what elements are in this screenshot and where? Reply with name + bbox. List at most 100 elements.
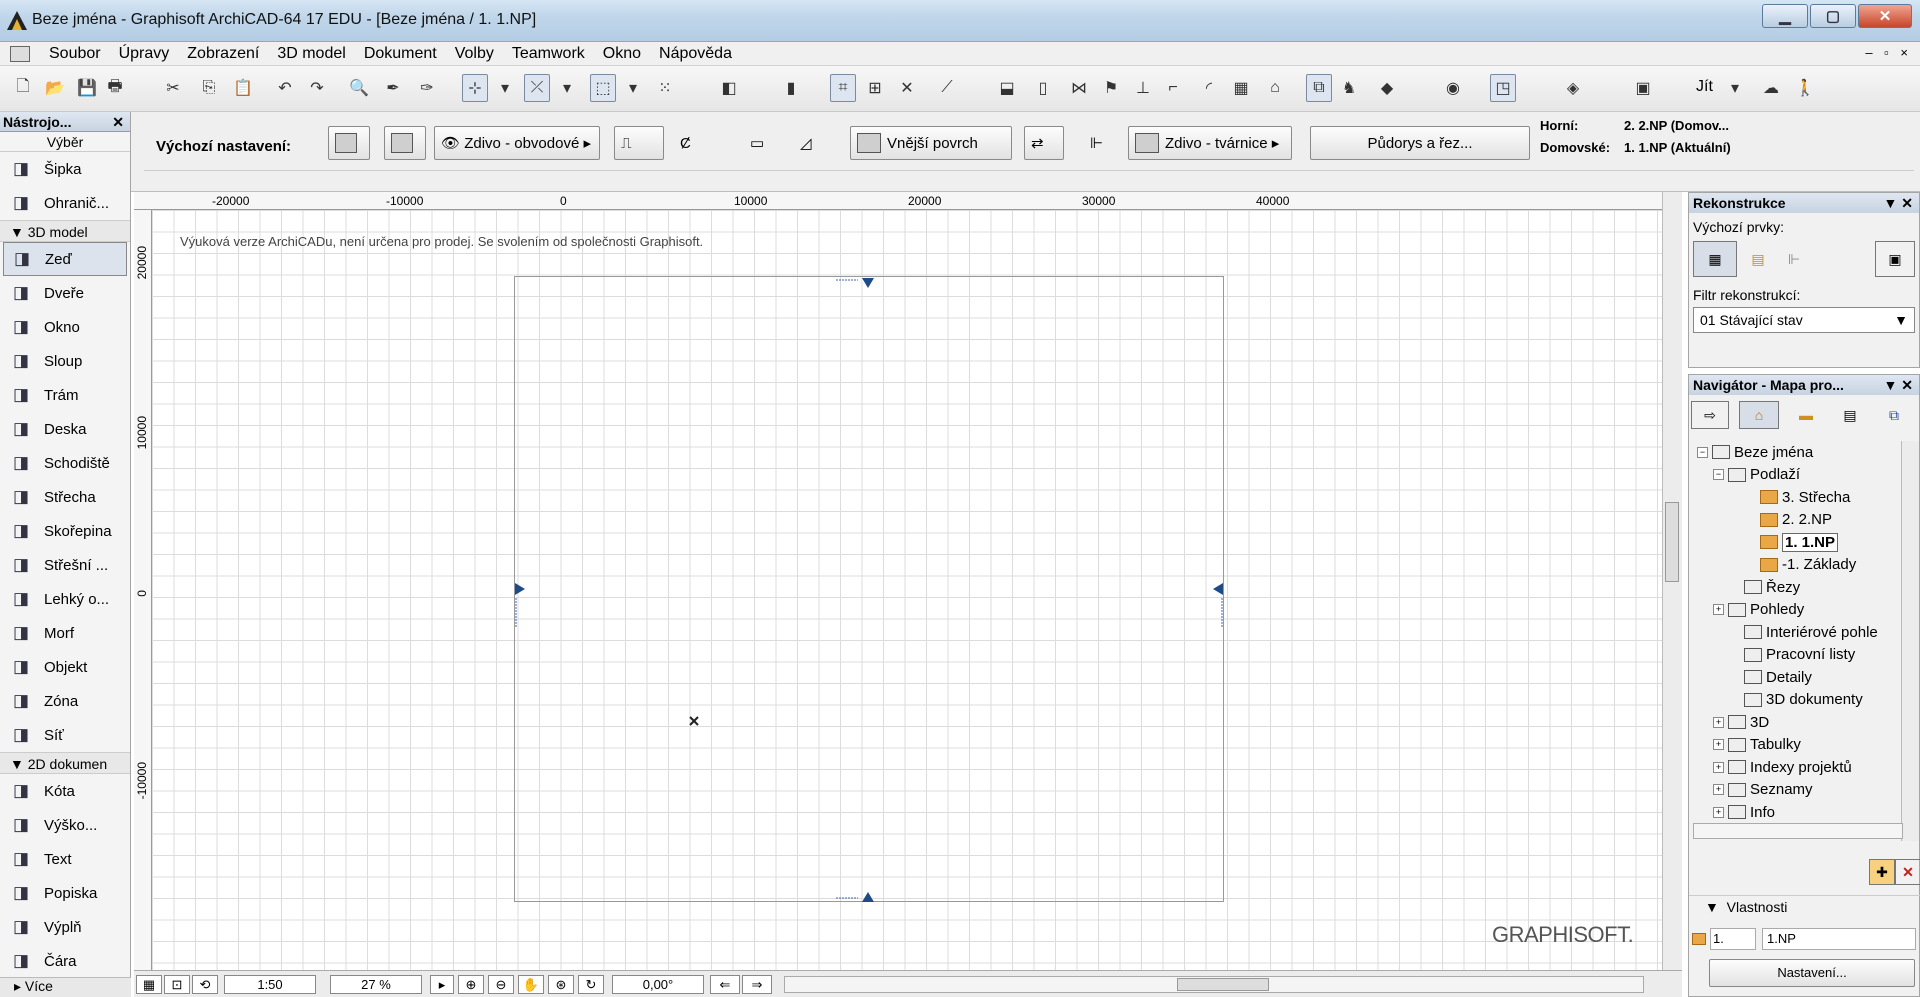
close-icon[interactable]: ✕	[112, 112, 124, 132]
section-3d-model[interactable]: ▼ 3D model	[0, 220, 130, 242]
arc-icon[interactable]: ◜	[1196, 74, 1222, 102]
dropdown-arrow-icon[interactable]: ▾	[1722, 74, 1748, 102]
previous-zoom-icon[interactable]: ⇐	[710, 975, 740, 994]
reference-line-button[interactable]: Ȼ	[674, 126, 714, 160]
expand-icon[interactable]: +	[1713, 784, 1724, 796]
surface-button[interactable]: Vnější povrch	[850, 126, 1012, 160]
pan-icon[interactable]: ✋	[518, 975, 544, 994]
tree-node[interactable]: + Seznamy	[1693, 779, 1899, 802]
tool-stair[interactable]: ◨ Schodiště	[0, 446, 130, 480]
pen-icon[interactable]: ▮	[778, 74, 804, 102]
floor-plan-section-button[interactable]: Půdorys a řez...	[1310, 126, 1530, 160]
tool-zone[interactable]: ◨ Zóna	[0, 684, 130, 718]
model-icon[interactable]: ♞	[1336, 74, 1362, 102]
section-2d-document[interactable]: ▼ 2D dokumen	[0, 752, 130, 774]
scroll-thumb[interactable]	[1177, 978, 1269, 991]
save-icon[interactable]: 💾	[74, 74, 100, 102]
expand-icon[interactable]: +	[1713, 739, 1724, 751]
print-icon[interactable]: 🖶	[102, 74, 128, 102]
fit-window-icon[interactable]: ⊛	[548, 975, 574, 994]
minimize-button[interactable]: ▁	[1762, 4, 1808, 28]
cut-icon[interactable]: ✂	[160, 74, 186, 102]
menu-okno[interactable]: Okno	[594, 45, 650, 63]
layout-book-icon[interactable]: ▤	[1833, 401, 1867, 429]
profile-button[interactable]: ◿	[794, 126, 834, 160]
layout-icon[interactable]: ⧉	[1306, 74, 1332, 102]
level-icon[interactable]: ⊥	[1130, 74, 1156, 102]
renovation-filter-select[interactable]: 01 Stávající stav ▼	[1693, 307, 1915, 333]
3d-view-icon[interactable]: ◈	[1560, 74, 1586, 102]
settings-button[interactable]: Nastavení...	[1709, 959, 1915, 987]
angle-field[interactable]: 0,00°	[612, 975, 704, 994]
tree-node[interactable]: + Indexy projektů	[1693, 756, 1899, 779]
expand-icon[interactable]: +	[1713, 716, 1724, 728]
dropdown-arrow-icon[interactable]: ▾	[554, 74, 580, 102]
plan-icon[interactable]: ▦	[1228, 74, 1254, 102]
floor-plan-view-icon[interactable]: ◳	[1490, 74, 1516, 102]
slant-button[interactable]: ▭	[744, 126, 784, 160]
magic-wand-icon[interactable]: ⊹	[462, 74, 488, 102]
open-folder-icon[interactable]: 📂	[42, 74, 68, 102]
tree-hscrollbar[interactable]	[1693, 823, 1903, 839]
select-label[interactable]: Výběr	[0, 132, 130, 152]
teamwork-icon[interactable]: ◉	[1440, 74, 1466, 102]
tool-curtain-wall[interactable]: ◨ Lehký o...	[0, 582, 130, 616]
tree-node[interactable]: Detaily	[1693, 666, 1899, 689]
home-story-value[interactable]: 1. 1.NP (Aktuální)	[1624, 140, 1764, 162]
copy-icon[interactable]: ⎘	[196, 74, 222, 102]
wall-settings-button[interactable]	[328, 126, 370, 160]
expand-icon[interactable]: +	[1713, 761, 1724, 773]
height-button[interactable]: ⊩	[1084, 126, 1118, 160]
tree-node[interactable]: + Info	[1693, 801, 1899, 824]
existing-elements-icon[interactable]: ▦	[1693, 241, 1737, 277]
layer-icon[interactable]: ◧	[716, 74, 742, 102]
menu-volby[interactable]: Volby	[446, 45, 503, 63]
maximize-button[interactable]: ▢	[1810, 4, 1856, 28]
zoom-icon[interactable]: ⊡	[164, 975, 190, 994]
cursor-snap-icon[interactable]: ⬚	[590, 74, 616, 102]
zoom-field[interactable]: 27 %	[330, 975, 422, 994]
tree-node[interactable]: Interiérové pohle	[1693, 621, 1899, 644]
tool-dimension[interactable]: ◨ Kóta	[0, 774, 130, 808]
document-icon[interactable]	[10, 45, 30, 62]
zoom-out-icon[interactable]: ⊖	[488, 975, 514, 994]
find-select-icon[interactable]: 🔍	[346, 74, 372, 102]
surface-swap-button[interactable]: ⇄	[1024, 126, 1064, 160]
tool-beam[interactable]: ◨ Trám	[0, 378, 130, 412]
tool-level-dimension[interactable]: ◨ Výško...	[0, 808, 130, 842]
tool-skylight[interactable]: ◨ Střešní ...	[0, 548, 130, 582]
zoom-menu-icon[interactable]: ▸	[430, 975, 454, 994]
tree-node[interactable]: Pracovní listy	[1693, 644, 1899, 667]
tool-arrow[interactable]: ◨ Šipka	[0, 152, 130, 186]
zoom-in-icon[interactable]: ⊕	[458, 975, 484, 994]
palette-controls[interactable]: ▼ ✕	[1884, 193, 1913, 213]
tool-label[interactable]: ◨ Popiska	[0, 876, 130, 910]
menu-3d-model[interactable]: 3D model	[268, 45, 354, 63]
next-zoom-icon[interactable]: ⇒	[742, 975, 772, 994]
menu-soubor[interactable]: Soubor	[40, 45, 110, 63]
publisher-icon[interactable]: ⧉	[1877, 401, 1911, 429]
expand-icon[interactable]: +	[1713, 604, 1724, 616]
tree-node[interactable]: − Podlaží	[1693, 464, 1899, 487]
tool-shell[interactable]: ◨ Skořepina	[0, 514, 130, 548]
more-tools[interactable]: ▸ Více	[0, 977, 131, 997]
brush-icon[interactable]: ⟋	[934, 74, 960, 102]
menu-teamwork[interactable]: Teamwork	[503, 45, 594, 63]
tool-window[interactable]: ◨ Okno	[0, 310, 130, 344]
tool-morph[interactable]: ◨ Morf	[0, 616, 130, 650]
wall-tool-icon[interactable]: ⬓	[994, 74, 1020, 102]
house-icon[interactable]: ⌂	[1262, 74, 1288, 102]
demolish-elements-icon[interactable]: ▤	[1743, 241, 1773, 277]
tree-scrollbar[interactable]	[1901, 441, 1919, 841]
syringe-icon[interactable]: ✑	[414, 74, 440, 102]
infobox-scroll[interactable]	[144, 170, 1914, 184]
expand-icon[interactable]: +	[1713, 806, 1724, 818]
walker-icon[interactable]: 🚶	[1792, 74, 1818, 102]
new-elements-icon[interactable]: ⊩	[1779, 241, 1809, 277]
menu-dokument[interactable]: Dokument	[355, 45, 446, 63]
new-file-icon[interactable]: 🗋	[10, 74, 36, 102]
tree-node[interactable]: -1. Základy	[1693, 554, 1899, 577]
delete-icon[interactable]: ✕	[1895, 859, 1920, 885]
tree-node[interactable]: +3D	[1693, 711, 1899, 734]
menu-zobrazeni[interactable]: Zobrazení	[178, 45, 268, 63]
